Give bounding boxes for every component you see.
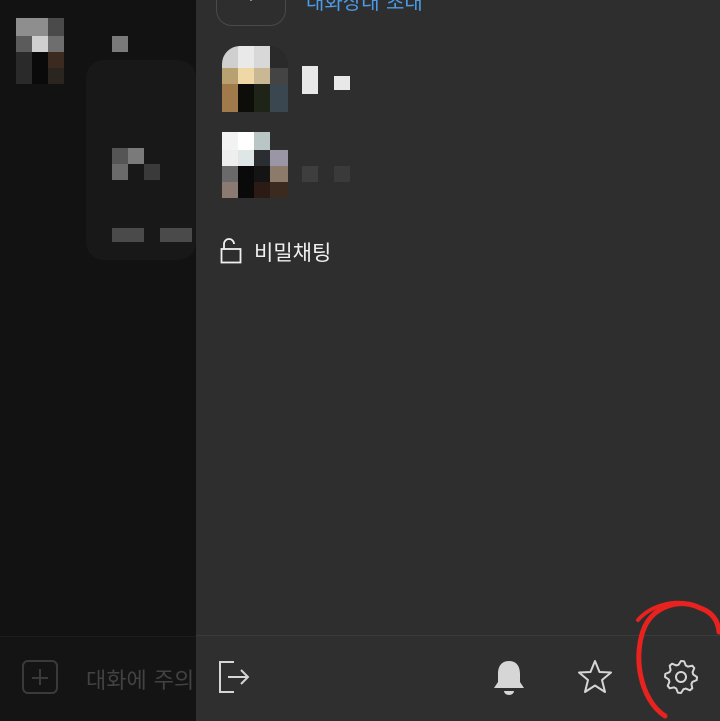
attach-plus-button[interactable] <box>22 660 58 694</box>
secret-chat-item[interactable]: 비밀채팅 <box>220 236 520 266</box>
lock-icon <box>220 238 242 264</box>
invite-member-label[interactable]: 대화상대 초대 <box>306 0 423 15</box>
chat-room-drawer: 대화상대 초대 비밀채팅 <box>196 0 720 721</box>
member-list-item[interactable] <box>222 46 642 112</box>
bell-icon[interactable] <box>488 656 530 698</box>
member-name <box>302 156 502 182</box>
member-list-item[interactable] <box>222 132 642 198</box>
invite-plus-icon[interactable] <box>216 0 286 26</box>
exit-icon[interactable] <box>214 656 256 698</box>
star-icon[interactable] <box>574 656 616 698</box>
member-avatar <box>222 132 288 198</box>
member-avatar <box>222 46 288 112</box>
message-input[interactable]: 대화에 주의 <box>86 663 196 695</box>
secret-chat-label: 비밀채팅 <box>254 241 332 265</box>
chat-room-background: 대화에 주의 <box>0 0 196 720</box>
gear-icon[interactable] <box>660 656 702 698</box>
drawer-bottom-bar <box>196 635 720 721</box>
member-name <box>302 66 502 94</box>
